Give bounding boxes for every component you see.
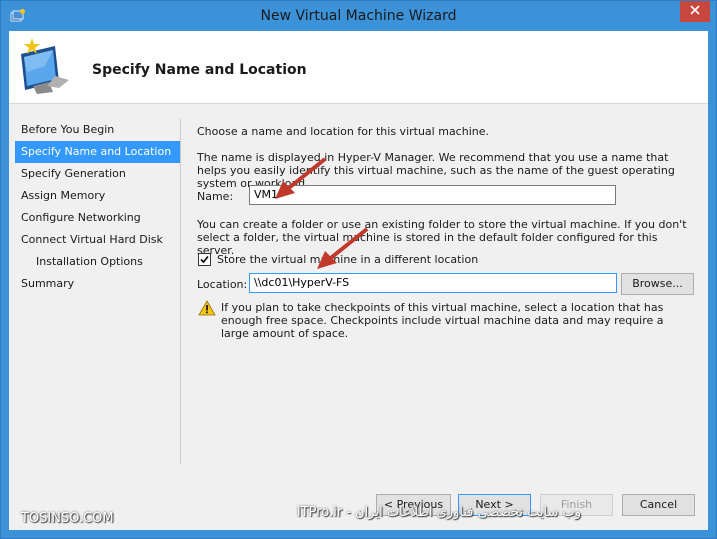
nav-step-installation-options[interactable]: Installation Options (15, 251, 180, 273)
nav-step-before-you-begin[interactable]: Before You Begin (15, 119, 180, 141)
watermark-tosinso: TOSINSO.COM (21, 511, 114, 526)
cancel-button[interactable]: Cancel (622, 494, 695, 516)
name-label: Name: (197, 190, 234, 203)
title-bar[interactable]: New Virtual Machine Wizard (1, 1, 716, 31)
nav-step-configure-networking[interactable]: Configure Networking (15, 207, 180, 229)
store-location-checkbox[interactable] (198, 253, 211, 266)
wizard-window: New Virtual Machine Wizard Specify Name … (0, 0, 717, 539)
wizard-header: Specify Name and Location (9, 31, 708, 104)
page-title: Specify Name and Location (92, 62, 307, 78)
new-vm-wizard-icon (15, 36, 73, 96)
annotation-arrow-name (275, 157, 327, 199)
close-button[interactable] (680, 1, 710, 22)
location-input[interactable]: \\dc01\HyperV-FS (249, 273, 617, 293)
intro-text: Choose a name and location for this virt… (197, 125, 489, 138)
nav-step-summary[interactable]: Summary (15, 273, 180, 295)
watermark-itpro: وب سایت تخصصی فناوری اطلاعات ایران - ITP… (296, 505, 581, 520)
wizard-client: Specify Name and Location Before You Beg… (9, 31, 708, 530)
nav-step-connect-virtual-hard-disk[interactable]: Connect Virtual Hard Disk (15, 229, 180, 251)
browse-button[interactable]: Browse... (621, 273, 694, 295)
nav-step-specify-name-and-location[interactable]: Specify Name and Location (15, 141, 180, 163)
nav-step-assign-memory[interactable]: Assign Memory (15, 185, 180, 207)
wizard-steps-nav: Before You Begin Specify Name and Locatio… (15, 119, 180, 295)
window-title: New Virtual Machine Wizard (260, 8, 457, 24)
close-icon (690, 5, 700, 18)
warning-text: If you plan to take checkpoints of this … (221, 301, 664, 340)
folder-help-text: You can create a folder or use an existi… (197, 218, 687, 257)
nav-divider (180, 119, 181, 464)
nav-step-specify-generation[interactable]: Specify Generation (15, 163, 180, 185)
annotation-arrow-location (317, 227, 369, 269)
warning-icon (198, 300, 216, 316)
location-label: Location: (197, 278, 248, 291)
